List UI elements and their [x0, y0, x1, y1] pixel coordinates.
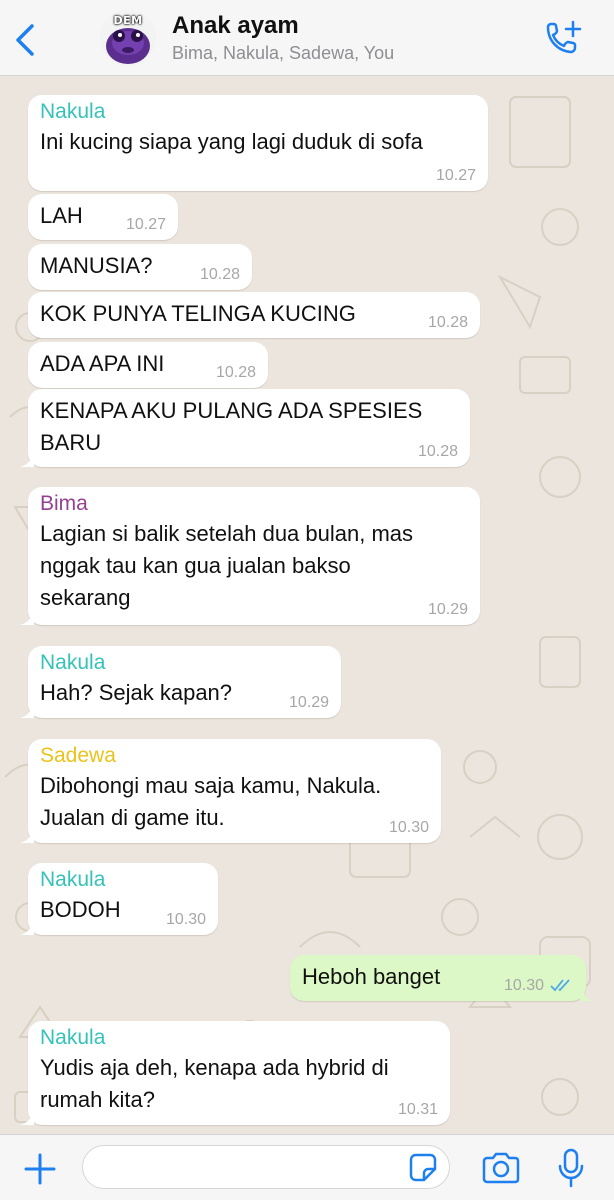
incoming-message-bubble[interactable]: Nakula Yudis aja deh, kenapa ada hybrid d… [20, 1021, 450, 1125]
bubble-tail [20, 921, 34, 935]
incoming-message-bubble[interactable]: Sadewa Dibohongi mau saja kamu, Nakula. J… [20, 739, 441, 843]
avatar-caption: DEM [113, 14, 143, 27]
chevron-left-icon[interactable] [10, 20, 40, 60]
message-timestamp: 10.28 [427, 314, 468, 331]
chat-header: DEM Anak ayam Bima, Nakula, Sadewa, You [0, 0, 614, 76]
microphone-icon[interactable] [556, 1147, 586, 1189]
incoming-message-bubble[interactable]: LAH 10.27 [28, 194, 178, 240]
incoming-message-bubble[interactable]: Nakula BODOH 10.30 [20, 863, 218, 935]
bubble-tail [20, 453, 34, 467]
incoming-message-bubble[interactable]: KOK PUNYA TELINGA KUCING 10.28 [28, 292, 480, 338]
message-timestamp: 10.27 [435, 167, 476, 184]
message-timestamp: 10.31 [397, 1101, 438, 1118]
outgoing-message-bubble[interactable]: Heboh banget 10.30 [290, 955, 594, 1001]
message-text: KENAPA AKU PULANG ADA SPESIES BARU [40, 398, 423, 455]
incoming-message-bubble[interactable]: MANUSIA? 10.28 [28, 244, 252, 290]
plus-icon[interactable] [22, 1151, 58, 1187]
message-sender[interactable]: Nakula [40, 649, 329, 677]
bubble-tail [580, 987, 594, 1001]
chat-title[interactable]: Anak ayam [172, 12, 299, 40]
bubble-tail [20, 704, 34, 718]
incoming-message-bubble[interactable]: Nakula Ini kucing siapa yang lagi duduk d… [28, 95, 488, 191]
incoming-message-bubble[interactable]: KENAPA AKU PULANG ADA SPESIES BARU 10.28 [20, 389, 470, 467]
read-double-check-icon [550, 979, 570, 992]
incoming-message-bubble[interactable]: Nakula Hah? Sejak kapan? 10.29 [20, 646, 341, 718]
message-timestamp: 10.30 [503, 977, 544, 994]
chat-participants: Bima, Nakula, Sadewa, You [172, 43, 395, 63]
incoming-message-bubble[interactable]: ADA APA INI 10.28 [28, 342, 268, 388]
message-text: KOK PUNYA TELINGA KUCING [40, 301, 356, 326]
bubble-tail [20, 611, 34, 625]
message-timestamp: 10.28 [417, 443, 458, 460]
message-text: Lagian si balik setelah dua bulan, mas n… [40, 521, 414, 610]
message-text: Yudis aja deh, kenapa ada hybrid di ruma… [40, 1055, 389, 1112]
message-list[interactable]: Nakula Ini kucing siapa yang lagi duduk d… [0, 77, 614, 1134]
incoming-message-bubble[interactable]: Bima Lagian si balik setelah dua bulan, m… [20, 487, 480, 625]
camera-icon[interactable] [480, 1149, 522, 1187]
message-timestamp: 10.29 [288, 694, 329, 711]
message-timestamp: 10.30 [388, 819, 429, 836]
message-timestamp: 10.27 [125, 216, 166, 233]
message-text: Hah? Sejak kapan? [40, 680, 233, 705]
group-avatar[interactable]: DEM [100, 10, 156, 66]
message-sender[interactable]: Sadewa [40, 742, 429, 770]
message-input[interactable] [82, 1145, 450, 1189]
message-sender[interactable]: Nakula [40, 1024, 438, 1052]
message-sender[interactable]: Nakula [40, 98, 476, 126]
message-sender[interactable]: Nakula [40, 866, 206, 894]
message-timestamp: 10.29 [427, 601, 468, 618]
add-call-icon[interactable] [540, 18, 584, 58]
message-timestamp: 10.30 [165, 911, 206, 928]
message-timestamp: 10.28 [215, 364, 256, 381]
message-sender[interactable]: Bima [40, 490, 468, 518]
composer-bar [0, 1134, 614, 1200]
sticker-icon[interactable] [406, 1151, 440, 1185]
message-text: Ini kucing siapa yang lagi duduk di sofa [40, 129, 423, 154]
bubble-tail [20, 829, 34, 843]
message-timestamp: 10.28 [199, 266, 240, 283]
message-text: Dibohongi mau saja kamu, Nakula. Jualan … [40, 773, 382, 830]
bubble-tail [20, 1111, 34, 1125]
